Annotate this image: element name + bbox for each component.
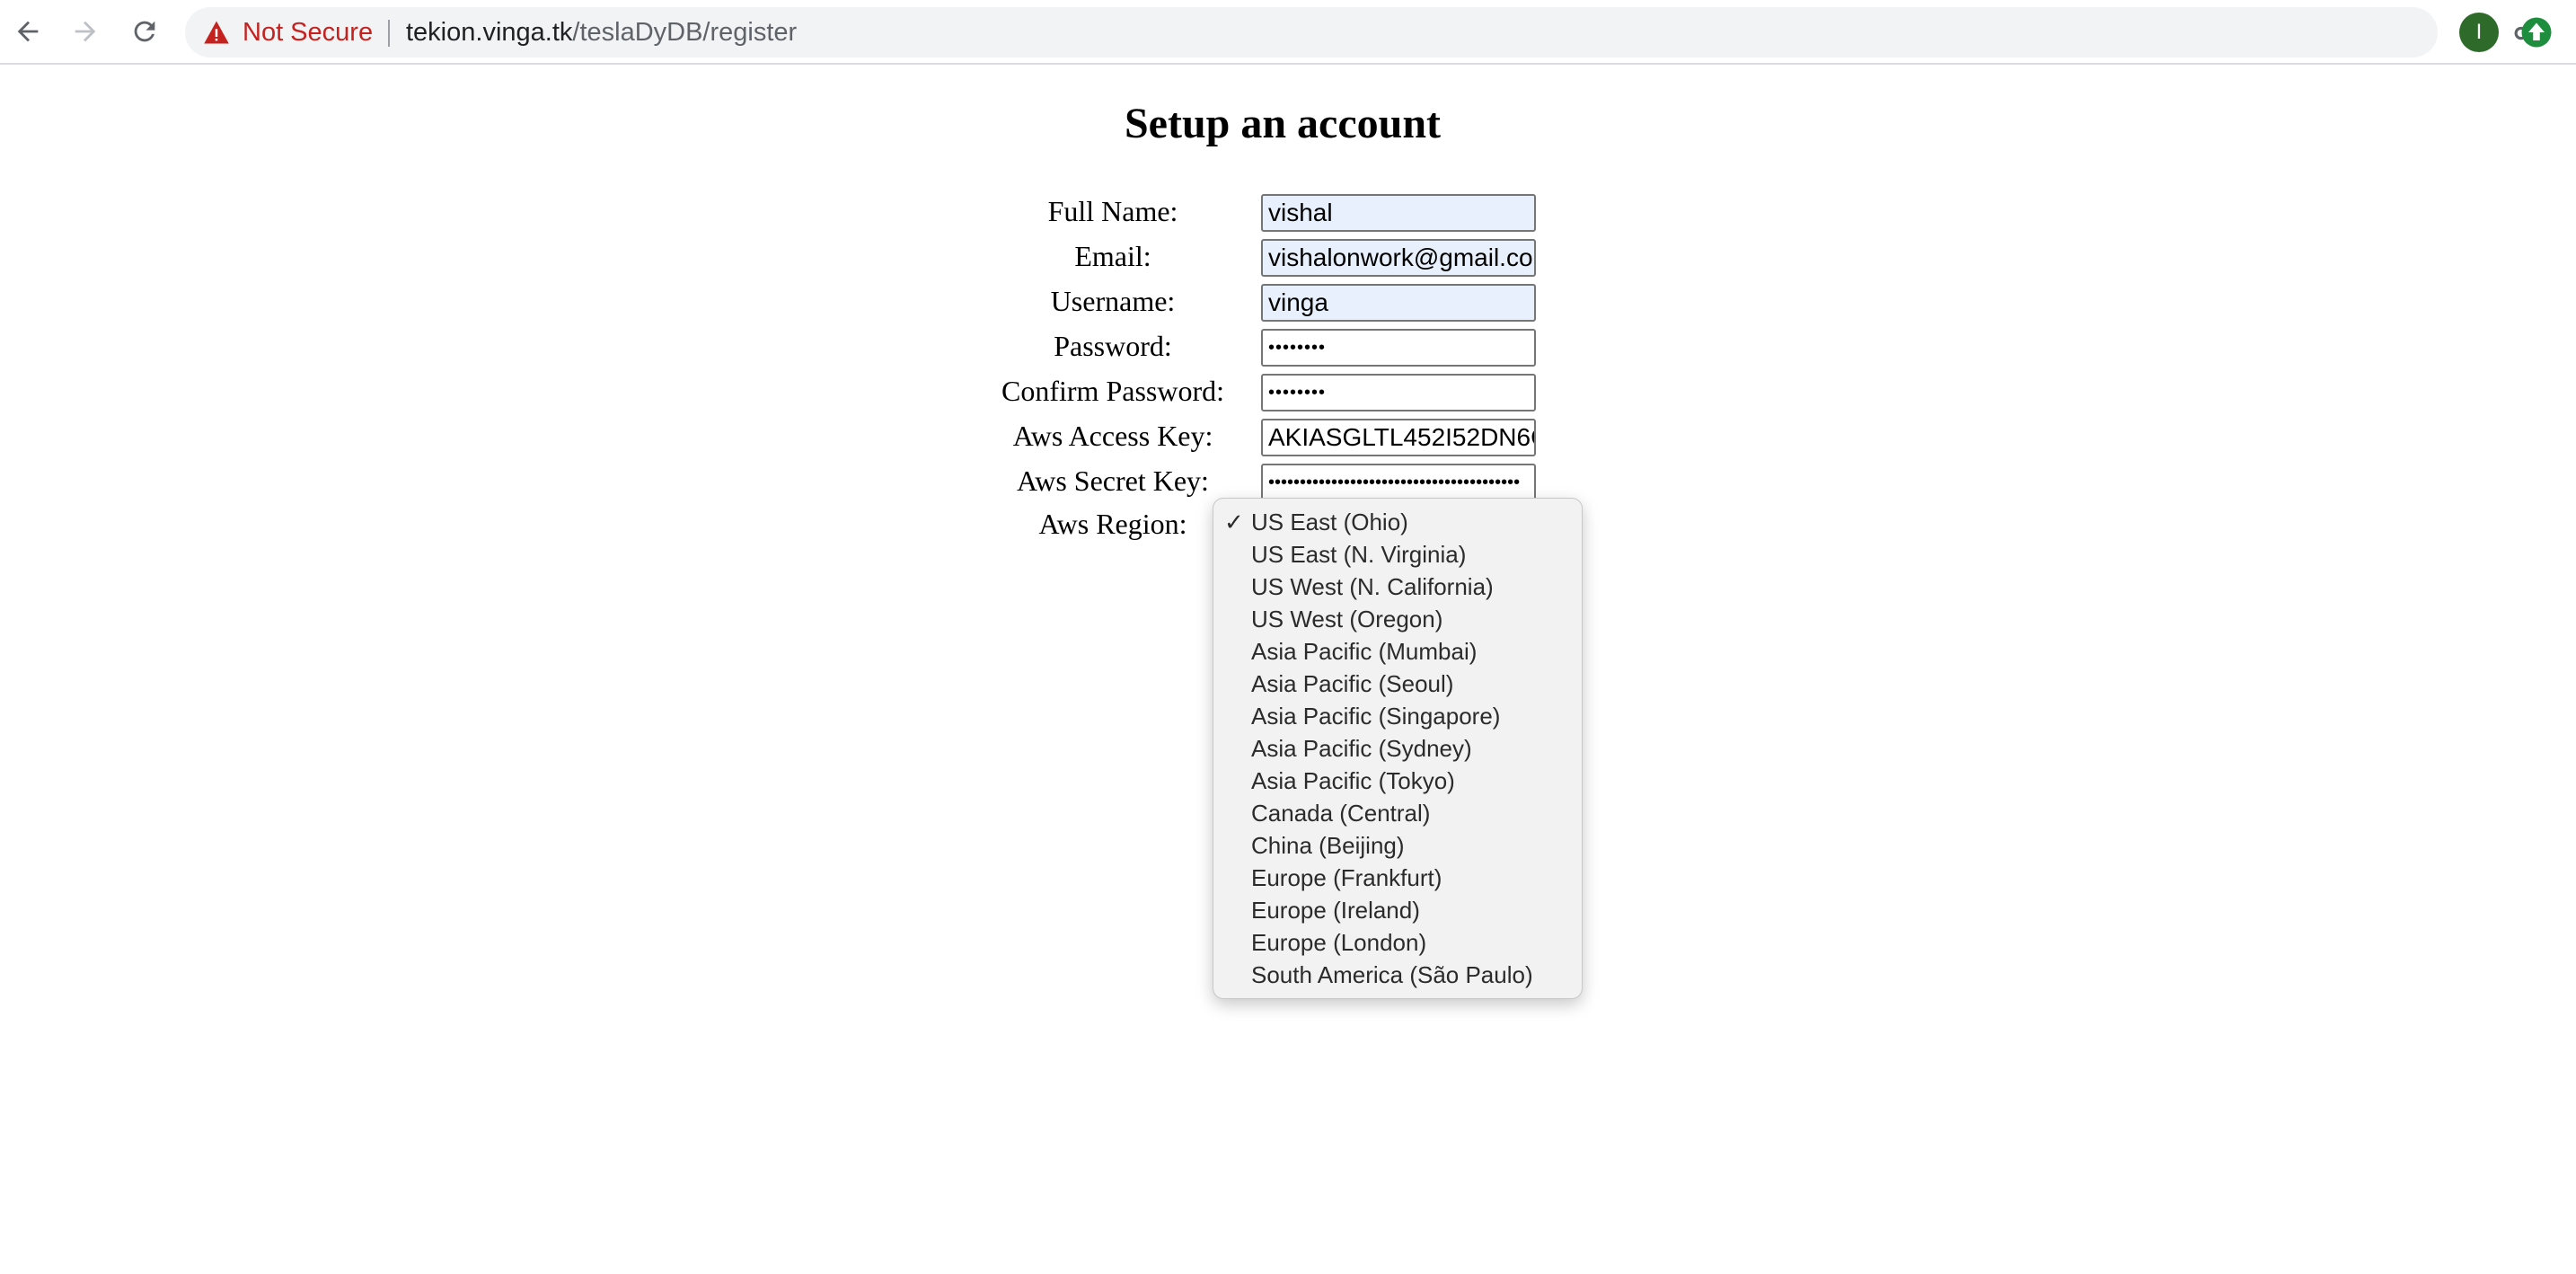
reload-button[interactable] <box>124 11 165 52</box>
aws-secret-key-input[interactable]: •••••••••••••••••••••••••••••••••••••••• <box>1261 464 1536 501</box>
region-option[interactable]: Europe (Frankfurt) <box>1251 862 1442 894</box>
username-input[interactable]: vinga <box>1261 284 1536 322</box>
region-option[interactable]: China (Beijing) <box>1251 829 1405 862</box>
region-option[interactable]: Asia Pacific (Singapore) <box>1251 700 1500 732</box>
region-option[interactable]: Asia Pacific (Tokyo) <box>1251 765 1455 797</box>
region-option[interactable]: US East (Ohio) <box>1251 506 1408 538</box>
forward-button[interactable] <box>65 11 106 52</box>
checkmark-icon: ✓ <box>1224 509 1244 535</box>
password-label: Password: <box>1054 330 1172 362</box>
profile-avatar[interactable]: I <box>2459 13 2499 52</box>
address-bar[interactable]: Not Secure tekion.vinga.tk/teslaDyDB/reg… <box>185 7 2540 58</box>
region-option[interactable]: Asia Pacific (Mumbai) <box>1251 635 1477 668</box>
region-option[interactable]: US West (Oregon) <box>1251 603 1442 635</box>
email-input[interactable]: vishalonwork@gmail.com <box>1261 239 1536 277</box>
aws-secret-key-label: Aws Secret Key: <box>1017 464 1209 497</box>
region-option[interactable]: Canada (Central) <box>1251 797 1430 829</box>
omnibox-divider <box>388 20 390 47</box>
back-button[interactable] <box>7 11 49 52</box>
warning-icon <box>204 21 229 44</box>
extension-icon[interactable] <box>2520 16 2553 49</box>
reload-icon <box>134 21 155 42</box>
url-path: /teslaDyDB/register <box>572 18 798 47</box>
username-label: Username: <box>1050 285 1176 317</box>
region-option[interactable]: US East (N. Virginia) <box>1251 538 1466 571</box>
password-input[interactable]: •••••••• <box>1261 329 1536 367</box>
security-status-label[interactable]: Not Secure <box>243 18 373 47</box>
region-option[interactable]: Asia Pacific (Seoul) <box>1251 668 1453 700</box>
aws-access-key-label: Aws Access Key: <box>1012 420 1213 452</box>
confirm-password-input[interactable]: •••••••• <box>1261 374 1536 411</box>
browser-toolbar: Not Secure tekion.vinga.tk/teslaDyDB/reg… <box>0 0 2576 65</box>
full-name-input[interactable]: vishal <box>1261 194 1536 232</box>
back-arrow-icon <box>17 21 39 42</box>
page-title: Setup an account <box>1124 100 1442 147</box>
forward-arrow-icon <box>75 21 96 42</box>
url-host: tekion.vinga.tk <box>406 18 573 47</box>
url-text[interactable]: tekion.vinga.tk/teslaDyDB/register <box>406 18 797 47</box>
aws-access-key-input[interactable]: AKIASGLTL452I52DN6C <box>1261 419 1536 456</box>
region-option[interactable]: Asia Pacific (Sydney) <box>1251 732 1472 765</box>
aws-region-dropdown[interactable]: ✓ US East (Ohio) US East (N. Virginia) U… <box>1213 498 1583 999</box>
region-option[interactable]: US West (N. California) <box>1251 571 1494 603</box>
full-name-label: Full Name: <box>1047 195 1178 227</box>
confirm-password-label: Confirm Password: <box>1001 375 1224 407</box>
region-option[interactable]: Europe (Ireland) <box>1251 894 1420 926</box>
email-label: Email: <box>1074 240 1151 272</box>
region-option[interactable]: Europe (London) <box>1251 926 1426 959</box>
region-option[interactable]: South America (São Paulo) <box>1251 959 1533 991</box>
